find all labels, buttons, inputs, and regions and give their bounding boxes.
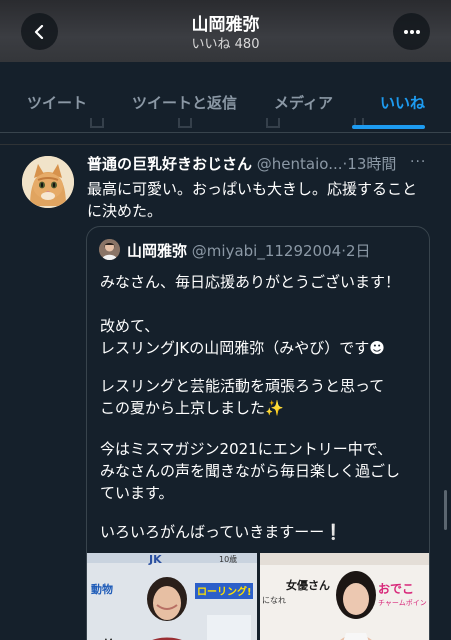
quoted-body-line: みなさんの声を聞きながら毎日楽しく過ごし [100, 462, 401, 480]
tabs-divider [0, 132, 451, 133]
tweet-body-line: 最高に可愛い。おっぱいも大きし。応援すること [87, 180, 418, 198]
profile-name-title: 山岡雅弥 [191, 15, 260, 35]
cat-avatar-image [22, 156, 74, 208]
media-right-text-3: チャームポイント! [378, 599, 430, 607]
tweet-header: 普通の巨乳好きおじさん @hentaio...·13時間 [87, 153, 437, 175]
tweet-body-line: に決めた。 [87, 202, 163, 220]
quoted-header: 山岡雅弥 @miyabi_11292004·2日 [127, 240, 371, 261]
person-avatar-image [99, 239, 120, 260]
tweet-author-name[interactable]: 普通の巨乳好きおじさん [87, 155, 252, 173]
quoted-body-line: いろいろがんばっていきますーー❕ [100, 523, 343, 541]
tab-tweets-and-replies[interactable]: ツイートと返信 [132, 92, 237, 113]
quoted-body-line: 改めて、 [100, 317, 160, 335]
quoted-tweet[interactable]: 山岡雅弥 @miyabi_11292004·2日 みなさん、毎日応援ありがとうご… [86, 226, 430, 640]
quoted-media-image-right[interactable]: 女優さん おでこ チャームポイント! になれ [260, 553, 430, 640]
faded-retweet-icon [178, 118, 192, 128]
media-right-text-4: になれ [262, 596, 286, 605]
quoted-body-line: この夏から上京しました✨ [100, 399, 284, 417]
scrollbar[interactable] [444, 490, 447, 530]
tab-tweets[interactable]: ツイート [27, 92, 87, 113]
magazine-cover-image: JK 10歳 動物 ローリング! 絵 [87, 553, 257, 640]
more-horizontal-icon [403, 29, 420, 34]
quoted-timestamp[interactable]: 2日 [346, 242, 371, 260]
tweet-timestamp[interactable]: 13時間 [347, 155, 396, 173]
quoted-body-line: みなさん、毎日応援ありがとうございます！ [100, 273, 401, 291]
active-tab-indicator [352, 125, 425, 129]
profile-header: 山岡雅弥 いいね 480 [0, 0, 451, 62]
magazine-cover-image: 女優さん おでこ チャームポイント! になれ [260, 553, 430, 640]
more-button[interactable] [393, 13, 430, 50]
quoted-body-line: 今はミスマガジン2021にエントリー中で、 [100, 440, 393, 458]
media-right-text-2: おでこ [378, 582, 414, 596]
quoted-author-handle[interactable]: @miyabi_11292004 [192, 242, 341, 260]
media-right-text-1: 女優さん [286, 578, 330, 592]
media-left-text-4: ローリング! [197, 585, 252, 598]
tab-media[interactable]: メディア [274, 92, 333, 113]
tweet-divider [0, 144, 451, 145]
tweet-author-handle[interactable]: @hentaio... [257, 155, 343, 173]
quoted-avatar [99, 239, 120, 260]
likes-count-subtitle: いいね 480 [191, 37, 260, 52]
quoted-media-image-left[interactable]: JK 10歳 動物 ローリング! 絵 [87, 553, 257, 640]
faded-reply-icon [90, 118, 104, 128]
tweet-body: 最高に可愛い。おっぱいも大きし。応援すること に決めた。 [87, 178, 432, 222]
quoted-body-line: レスリングJKの山岡雅弥（みやび）です☻ [100, 339, 385, 357]
quoted-body-line: ています。 [100, 484, 174, 502]
tweet-more-icon[interactable]: ··· [410, 154, 426, 170]
quoted-body-line: レスリングと芸能活動を頑張ろうと思って [100, 377, 385, 395]
faded-like-icon [266, 118, 280, 128]
media-left-text-1: JK [148, 553, 162, 566]
profile-tabs: ツイート ツイートと返信 メディア いいね [0, 62, 451, 132]
media-left-text-2: 10歳 [219, 554, 237, 564]
quoted-author-name[interactable]: 山岡雅弥 [127, 242, 187, 260]
avatar[interactable] [22, 156, 74, 208]
tab-likes[interactable]: いいね [380, 92, 425, 113]
media-left-text-3: 動物 [91, 582, 113, 596]
